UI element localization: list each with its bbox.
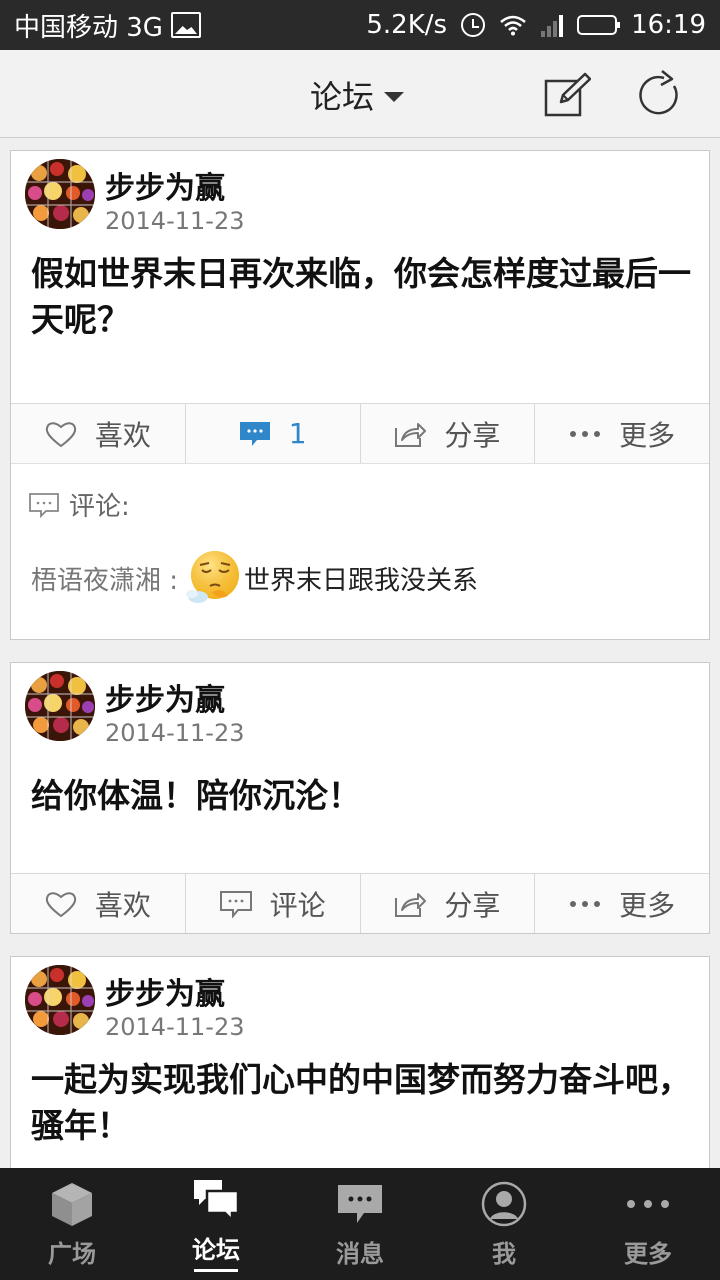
share-label: 分享 xyxy=(444,418,501,452)
comment-section-header: 评论: xyxy=(29,486,130,523)
sleepy-face-emoji xyxy=(186,551,240,603)
comment-count: 1 xyxy=(288,417,307,450)
tab-messages[interactable]: 消息 xyxy=(288,1168,432,1280)
carrier-group: 中国移动 3G xyxy=(14,7,201,44)
post-action-bar: 喜欢 评论 分享 更多 xyxy=(11,873,709,933)
share-button[interactable]: 分享 xyxy=(361,404,536,463)
image-notification-icon xyxy=(170,12,201,38)
tab-label: 消息 xyxy=(336,1239,384,1268)
status-bar: 中国移动 3G 5.2K/s 16:19 xyxy=(0,0,720,50)
post-content[interactable]: 给你体温！陪你沉沦！ xyxy=(31,773,691,819)
forum-title-dropdown[interactable]: 论坛 xyxy=(310,72,405,118)
tab-forum[interactable]: 论坛 xyxy=(144,1168,288,1280)
battery-icon xyxy=(577,15,621,35)
comment-text: 世界末日跟我没关系 xyxy=(244,565,479,596)
post-date: 2014-11-23 xyxy=(105,207,245,235)
like-button[interactable]: 喜欢 xyxy=(11,874,186,933)
more-label: 更多 xyxy=(619,888,676,922)
forum-icon xyxy=(194,1180,239,1223)
post-content[interactable]: 一起为实现我们心中的中国梦而努力奋斗吧，骚年！ xyxy=(31,1057,691,1149)
comment-filled-icon xyxy=(239,421,270,446)
signal-strength-icon xyxy=(541,13,564,37)
post-date: 2014-11-23 xyxy=(105,1013,245,1041)
share-icon xyxy=(395,892,427,917)
message-icon xyxy=(338,1184,382,1223)
active-tab-indicator xyxy=(194,1269,238,1272)
author-name[interactable]: 步步为赢 xyxy=(105,163,225,207)
tab-label: 我 xyxy=(492,1239,516,1268)
post-date: 2014-11-23 xyxy=(105,719,245,747)
author-avatar[interactable] xyxy=(25,671,95,741)
post-action-bar: 喜欢 1 分享 更多 xyxy=(11,403,709,463)
share-label: 分享 xyxy=(444,888,501,922)
more-label: 更多 xyxy=(619,418,676,452)
clock: 16:19 xyxy=(631,10,706,40)
heart-icon xyxy=(45,421,77,447)
alarm-icon xyxy=(461,13,486,37)
post-card[interactable]: 步步为赢 2014-11-23 一起为实现我们心中的中国梦而努力奋斗吧，骚年！ xyxy=(10,956,710,1168)
tab-label: 广场 xyxy=(48,1239,96,1268)
avatar-image xyxy=(25,965,95,1035)
tab-label: 论坛 xyxy=(192,1236,240,1264)
avatar-image xyxy=(25,159,95,229)
tab-more[interactable]: 更多 xyxy=(576,1168,720,1280)
more-dots-icon xyxy=(627,1199,669,1208)
more-dots-icon xyxy=(570,900,601,907)
status-right-group: 5.2K/s 16:19 xyxy=(366,10,706,40)
author-name[interactable]: 步步为赢 xyxy=(105,969,225,1013)
commenter-name[interactable]: 梧语夜潇湘 : xyxy=(31,560,178,597)
author-name[interactable]: 步步为赢 xyxy=(105,675,225,719)
comment-label: 评论 xyxy=(269,888,326,922)
comment-button[interactable]: 1 xyxy=(186,404,361,463)
tab-me[interactable]: 我 xyxy=(432,1168,576,1280)
author-avatar[interactable] xyxy=(25,965,95,1035)
page-title: 论坛 xyxy=(310,78,375,116)
carrier-label: 中国移动 3G xyxy=(14,12,163,43)
comment-button[interactable]: 评论 xyxy=(186,874,361,933)
avatar-image xyxy=(25,671,95,741)
post-content[interactable]: 假如世界末日再次来临，你会怎样度过最后一天呢？ xyxy=(31,251,691,343)
wifi-icon xyxy=(500,15,526,36)
tab-label: 更多 xyxy=(624,1239,672,1268)
more-button[interactable]: 更多 xyxy=(535,874,709,933)
comment-outline-icon xyxy=(29,492,59,518)
bottom-tab-bar: 广场 论坛 消息 我 更多 xyxy=(0,1168,720,1280)
compose-post-button[interactable] xyxy=(543,72,591,118)
more-dots-icon xyxy=(570,430,601,437)
post-card[interactable]: 步步为赢 2014-11-23 假如世界末日再次来临，你会怎样度过最后一天呢？ … xyxy=(10,150,710,640)
app-header: 论坛 xyxy=(0,50,720,138)
refresh-button[interactable] xyxy=(636,70,684,118)
comment-item[interactable]: 梧语夜潇湘 : 世界末日跟我没关系 xyxy=(31,548,478,608)
more-button[interactable]: 更多 xyxy=(535,404,709,463)
author-avatar[interactable] xyxy=(25,159,95,229)
comment-section: 评论: 梧语夜潇湘 : 世界末日跟我没关系 xyxy=(11,463,709,639)
like-button[interactable]: 喜欢 xyxy=(11,404,186,463)
tab-square[interactable]: 广场 xyxy=(0,1168,144,1280)
share-icon xyxy=(395,422,427,447)
comment-section-label: 评论: xyxy=(69,492,130,522)
comment-outline-icon xyxy=(219,890,252,918)
cube-icon xyxy=(52,1182,92,1226)
network-speed: 5.2K/s xyxy=(366,10,448,40)
heart-icon xyxy=(45,891,77,917)
like-label: 喜欢 xyxy=(94,418,151,452)
caret-down-icon xyxy=(384,92,405,102)
share-button[interactable]: 分享 xyxy=(361,874,536,933)
like-label: 喜欢 xyxy=(94,888,151,922)
post-card[interactable]: 步步为赢 2014-11-23 给你体温！陪你沉沦！ 喜欢 评论 分享 更多 xyxy=(10,662,710,934)
post-feed[interactable]: 步步为赢 2014-11-23 假如世界末日再次来临，你会怎样度过最后一天呢？ … xyxy=(0,138,720,1168)
profile-icon xyxy=(481,1181,527,1226)
